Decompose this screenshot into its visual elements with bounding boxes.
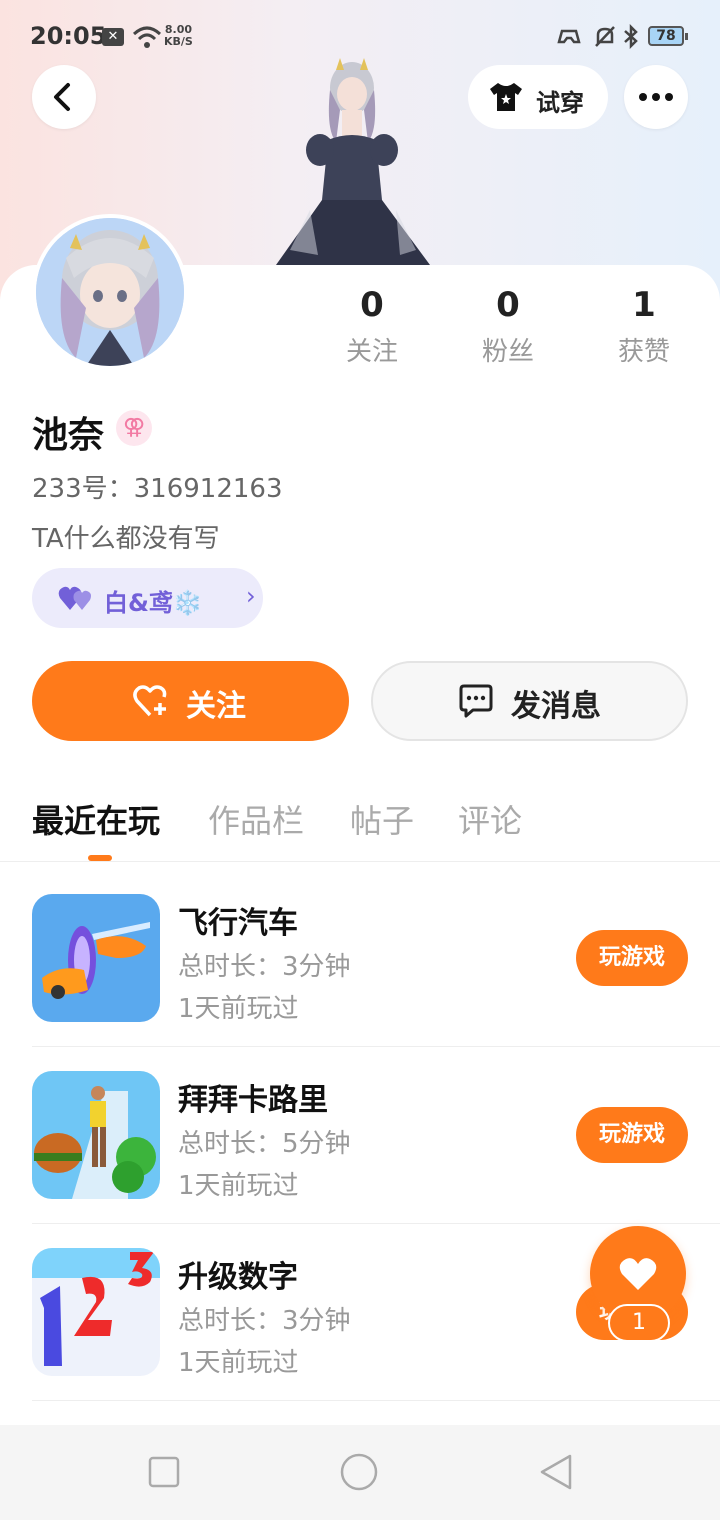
tab-posts[interactable]: 帖子 xyxy=(350,796,414,842)
relationship-tag-label: 白&鸢❄️ xyxy=(104,589,203,617)
like-count-badge: 1 xyxy=(608,1304,670,1342)
relationship-tag[interactable]: 白&鸢❄️ › xyxy=(32,568,263,628)
double-heart-icon xyxy=(58,586,91,610)
stat-following-count: 0 xyxy=(360,285,384,325)
divider xyxy=(32,1400,720,1401)
chevron-right-icon: › xyxy=(246,582,256,610)
tab-comments[interactable]: 评论 xyxy=(458,796,522,842)
home-icon[interactable] xyxy=(340,1453,378,1491)
profile-tabs: 最近在玩 作品栏 帖子 评论 xyxy=(0,790,720,862)
no-sim-icon: ✕ xyxy=(102,28,124,46)
send-message-label: 发消息 xyxy=(511,689,601,724)
chat-bubble-icon xyxy=(459,684,493,718)
stat-fans-count: 0 xyxy=(496,285,520,325)
tshirt-icon xyxy=(490,83,522,111)
heart-icon xyxy=(619,1258,657,1290)
list-item[interactable]: 飞行汽车 总时长：3分钟 1天前玩过 玩游戏 xyxy=(0,894,720,1070)
list-item[interactable]: 拜拜卡路里 总时长：5分钟 1天前玩过 玩游戏 xyxy=(0,1071,720,1247)
stat-likes-label: 获赞 xyxy=(617,337,670,367)
play-game-button[interactable]: 玩游戏 xyxy=(576,930,688,986)
network-speed: 8.00 KB/S xyxy=(164,24,193,48)
game-duration: 总时长：3分钟 xyxy=(178,1306,351,1336)
follow-button[interactable]: 关注 xyxy=(32,661,349,741)
profile-name: 池奈 xyxy=(32,415,105,456)
game-last-played: 1天前玩过 xyxy=(178,1348,299,1378)
more-options-button[interactable] xyxy=(624,65,688,129)
stat-likes[interactable]: 1 获赞 xyxy=(584,285,704,368)
avatar[interactable] xyxy=(32,214,188,370)
tab-works[interactable]: 作品栏 xyxy=(208,796,304,842)
back-button[interactable] xyxy=(32,65,96,129)
bluetooth-icon xyxy=(624,24,638,50)
network-speed-unit: KB/S xyxy=(164,35,193,48)
avatar-portrait xyxy=(36,218,184,366)
game-icon-bye-calories xyxy=(32,1071,160,1199)
divider xyxy=(32,1046,720,1047)
follow-button-label: 关注 xyxy=(186,689,246,724)
stat-fans-label: 粉丝 xyxy=(481,337,534,367)
status-time: 20:05 xyxy=(30,22,107,50)
game-title: 拜拜卡路里 xyxy=(178,1083,328,1118)
avatar-3d-model[interactable] xyxy=(270,50,450,270)
game-icon-upgrade-numbers xyxy=(32,1248,160,1376)
game-duration: 总时长：5分钟 xyxy=(178,1129,351,1159)
female-gender-icon: ⚢ xyxy=(116,410,152,446)
recent-apps-icon[interactable] xyxy=(148,1456,180,1488)
game-controller-icon xyxy=(557,29,581,44)
send-message-button[interactable]: 发消息 xyxy=(371,661,688,741)
more-dots-icon xyxy=(639,93,673,101)
stat-following[interactable]: 0 关注 xyxy=(312,285,432,368)
system-nav-bar xyxy=(0,1425,720,1520)
battery-indicator: 78 xyxy=(648,26,688,46)
tab-recently-played[interactable]: 最近在玩 xyxy=(32,796,160,842)
game-duration: 总时长：3分钟 xyxy=(178,952,351,982)
heart-plus-icon xyxy=(133,685,167,717)
try-on-label: 试穿 xyxy=(536,89,584,117)
profile-bio: TA什么都没有写 xyxy=(32,524,220,554)
game-last-played: 1天前玩过 xyxy=(178,1171,299,1201)
game-title: 升级数字 xyxy=(178,1260,298,1295)
profile-uid: 233号：316912163 xyxy=(32,474,283,504)
active-tab-indicator xyxy=(88,855,112,861)
wifi-icon xyxy=(132,26,162,48)
stat-fans[interactable]: 0 粉丝 xyxy=(448,285,568,368)
stat-likes-count: 1 xyxy=(632,285,656,325)
stat-following-label: 关注 xyxy=(345,337,398,367)
try-on-button[interactable]: 试穿 xyxy=(468,65,608,129)
game-icon-flying-car xyxy=(32,894,160,1022)
status-bar: 20:05 ✕ 8.00 KB/S 78 xyxy=(0,0,720,72)
floating-like-button[interactable]: 1 xyxy=(590,1226,686,1342)
game-last-played: 1天前玩过 xyxy=(178,994,299,1024)
divider xyxy=(32,1223,720,1224)
game-title: 飞行汽车 xyxy=(178,906,298,941)
chevron-left-icon xyxy=(54,83,70,111)
mute-bell-icon xyxy=(595,26,615,47)
play-game-button[interactable]: 玩游戏 xyxy=(576,1107,688,1163)
back-triangle-icon[interactable] xyxy=(538,1453,574,1491)
